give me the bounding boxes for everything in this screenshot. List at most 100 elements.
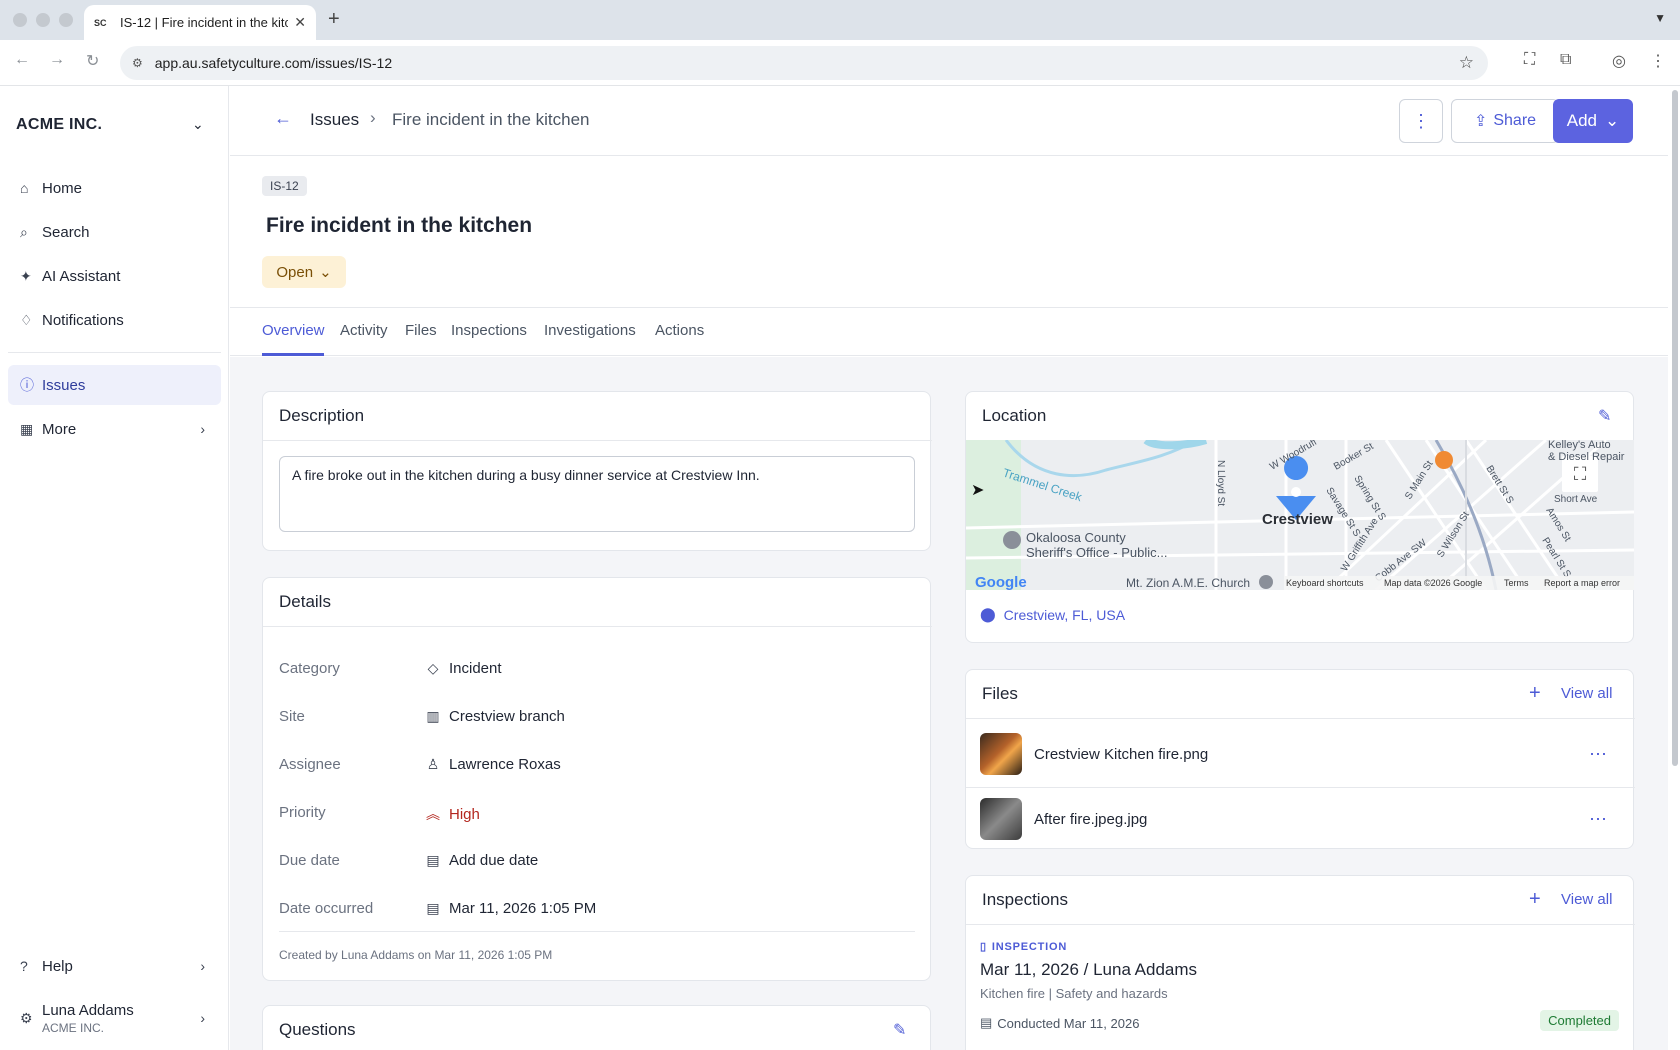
issue-header: IS-12 Fire incident in the kitchen Open … bbox=[230, 156, 1668, 308]
sidebar-item-search[interactable]: ⌕ Search bbox=[8, 212, 221, 252]
svg-text:S Main St: S Main St bbox=[1403, 459, 1435, 502]
location-title: Location bbox=[982, 406, 1047, 425]
conducted-text: Conducted Mar 11, 2026 bbox=[997, 1015, 1140, 1031]
tab-actions[interactable]: Actions bbox=[655, 322, 704, 339]
sidebar-item-home[interactable]: ⌂ Home bbox=[8, 168, 221, 208]
extensions-icon[interactable]: ⧉ bbox=[1560, 51, 1571, 69]
file-item[interactable]: After fire.jpeg.jpg ⋯ bbox=[966, 787, 1634, 851]
page-scrollbar[interactable] bbox=[1672, 90, 1678, 766]
back-arrow-icon[interactable]: ← bbox=[14, 51, 30, 69]
issue-icon: ⓘ bbox=[20, 377, 34, 393]
sidebar-item-ai-assistant[interactable]: ✦ AI Assistant bbox=[8, 256, 221, 296]
address-bar[interactable]: ⚙ app.au.safetyculture.com/issues/IS-12 … bbox=[120, 46, 1488, 80]
sidebar-item-label: Notifications bbox=[42, 311, 124, 329]
add-label: Add bbox=[1566, 111, 1597, 130]
user-menu[interactable]: ⚙ Luna Addams ACME INC. › bbox=[8, 994, 221, 1042]
files-title: Files bbox=[982, 684, 1018, 703]
site-value[interactable]: ▥ Crestview branch bbox=[425, 708, 565, 725]
window-zoom-button[interactable] bbox=[59, 13, 73, 27]
main-content: Description A fire broke out in the kitc… bbox=[230, 357, 1668, 1050]
close-tab-icon[interactable]: ✕ bbox=[294, 14, 306, 31]
issue-title[interactable]: Fire incident in the kitchen bbox=[266, 214, 532, 238]
browser-toolbar: ← → ↻ ⚙ app.au.safetyculture.com/issues/… bbox=[0, 40, 1680, 86]
sidebar-item-issues[interactable]: ⓘ Issues bbox=[8, 365, 221, 405]
address-text: Crestview, FL, USA bbox=[1003, 606, 1126, 623]
tab-inspections[interactable]: Inspections bbox=[451, 322, 527, 339]
tab-activity[interactable]: Activity bbox=[340, 322, 388, 339]
reload-icon[interactable]: ↻ bbox=[86, 51, 99, 71]
svg-text:Okaloosa County: Okaloosa County bbox=[1026, 530, 1126, 545]
inspection-title[interactable]: Mar 11, 2026 / Luna Addams bbox=[980, 960, 1197, 980]
sparkle-icon: ✦ bbox=[20, 267, 32, 284]
tab-investigations[interactable]: Investigations bbox=[544, 322, 636, 339]
due-date-label: Due date bbox=[279, 852, 340, 869]
add-file-icon[interactable]: + bbox=[1529, 682, 1541, 705]
tab-overview[interactable]: Overview bbox=[262, 322, 325, 339]
breadcrumb-chevron-icon: › bbox=[370, 108, 376, 127]
share-button[interactable]: ⇪ Share bbox=[1451, 99, 1559, 143]
files-view-all-link[interactable]: View all bbox=[1561, 685, 1612, 702]
browser-menu-icon[interactable]: ⋮ bbox=[1650, 51, 1666, 71]
profile-icon[interactable]: ◎ bbox=[1612, 51, 1626, 71]
tab-files[interactable]: Files bbox=[405, 322, 437, 339]
window-minimize-button[interactable] bbox=[36, 13, 50, 27]
card-divider bbox=[966, 718, 1635, 719]
sidebar-item-more[interactable]: ▦ More › bbox=[8, 409, 221, 449]
breadcrumb-issues[interactable]: Issues bbox=[310, 110, 359, 130]
description-field[interactable]: A fire broke out in the kitchen during a… bbox=[279, 456, 915, 532]
calendar-icon: ▤ bbox=[980, 1015, 993, 1030]
screen-capture-icon[interactable]: ⛶ bbox=[1524, 51, 1535, 69]
svg-text:Sheriff's Office - Public...: Sheriff's Office - Public... bbox=[1026, 545, 1167, 560]
user-org: ACME INC. bbox=[42, 1020, 105, 1035]
bookmark-star-icon[interactable]: ☆ bbox=[1459, 53, 1474, 73]
inspections-view-all-link[interactable]: View all bbox=[1561, 891, 1612, 908]
map[interactable]: ⛶ Trammel Creek Crestview Okaloosa Count… bbox=[966, 440, 1634, 590]
category-value[interactable]: ◇ Incident bbox=[425, 660, 502, 677]
questions-title: Questions bbox=[279, 1020, 356, 1039]
sidebar-item-label: Search bbox=[42, 223, 90, 241]
created-by-text: Created by Luna Addams on Mar 11, 2026 1… bbox=[279, 948, 553, 962]
sidebar-item-help[interactable]: ? Help › bbox=[8, 946, 221, 986]
forward-arrow-icon[interactable]: → bbox=[49, 51, 65, 69]
add-inspection-icon[interactable]: + bbox=[1529, 888, 1541, 911]
browser-tab[interactable]: SC IS-12 | Fire incident in the kitc ✕ bbox=[84, 5, 316, 40]
date-occurred-text: Mar 11, 2026 1:05 PM bbox=[449, 900, 597, 917]
url-text: app.au.safetyculture.com/issues/IS-12 bbox=[154, 55, 393, 71]
due-date-value[interactable]: ▤ Add due date bbox=[425, 852, 538, 869]
tab-title: IS-12 | Fire incident in the kitc bbox=[120, 15, 289, 30]
kebab-menu-icon: ⋮ bbox=[1412, 110, 1430, 131]
sidebar-item-notifications[interactable]: ♢ Notifications bbox=[8, 300, 221, 340]
tab-menu-chevron-icon[interactable]: ▼ bbox=[1654, 11, 1666, 25]
status-dropdown[interactable]: Open ⌄ bbox=[262, 256, 346, 288]
svg-text:Google: Google bbox=[975, 574, 1027, 590]
sidebar-item-label: Issues bbox=[42, 376, 86, 394]
due-date-text: Add due date bbox=[449, 852, 539, 869]
file-options-icon[interactable]: ⋯ bbox=[1589, 744, 1608, 765]
assignee-value[interactable]: ♙ Lawrence Roxas bbox=[425, 756, 561, 773]
add-button[interactable]: Add ⌄ bbox=[1553, 99, 1633, 143]
file-name: After fire.jpeg.jpg bbox=[1034, 810, 1148, 828]
location-address[interactable]: ⬤ Crestview, FL, USA bbox=[980, 606, 1125, 623]
priority-label: Priority bbox=[279, 804, 326, 821]
site-info-icon[interactable]: ⚙ bbox=[132, 56, 143, 70]
file-options-icon[interactable]: ⋯ bbox=[1589, 809, 1608, 830]
file-thumbnail bbox=[980, 798, 1022, 840]
details-card: Details Category ◇ Incident Site ▥ Crest… bbox=[262, 577, 932, 981]
more-options-button[interactable]: ⋮ bbox=[1399, 99, 1443, 143]
back-arrow-icon[interactable]: ← bbox=[274, 108, 292, 129]
breadcrumb-current: Fire incident in the kitchen bbox=[392, 110, 590, 129]
clipboard-icon: ▯ bbox=[980, 941, 987, 953]
card-divider bbox=[966, 924, 1635, 925]
priority-value[interactable]: ︽ High bbox=[425, 804, 480, 824]
location-card: Location ✎ ⛶ Trammel Creek Crestview Oka… bbox=[965, 391, 1634, 643]
inspection-conducted: ▤ Conducted Mar 11, 2026 bbox=[980, 1015, 1139, 1031]
window-close-button[interactable] bbox=[13, 13, 27, 27]
category-text: Incident bbox=[449, 660, 502, 677]
date-occurred-value[interactable]: ▤ Mar 11, 2026 1:05 PM bbox=[425, 900, 596, 917]
org-name[interactable]: ACME INC. bbox=[16, 116, 102, 134]
new-tab-icon[interactable]: + bbox=[328, 8, 340, 31]
file-item[interactable]: Crestview Kitchen fire.png ⋯ bbox=[966, 722, 1634, 786]
edit-pencil-icon[interactable]: ✎ bbox=[1598, 406, 1611, 426]
org-chevron-down-icon[interactable]: ⌄ bbox=[192, 116, 204, 133]
edit-pencil-icon[interactable]: ✎ bbox=[893, 1020, 906, 1040]
